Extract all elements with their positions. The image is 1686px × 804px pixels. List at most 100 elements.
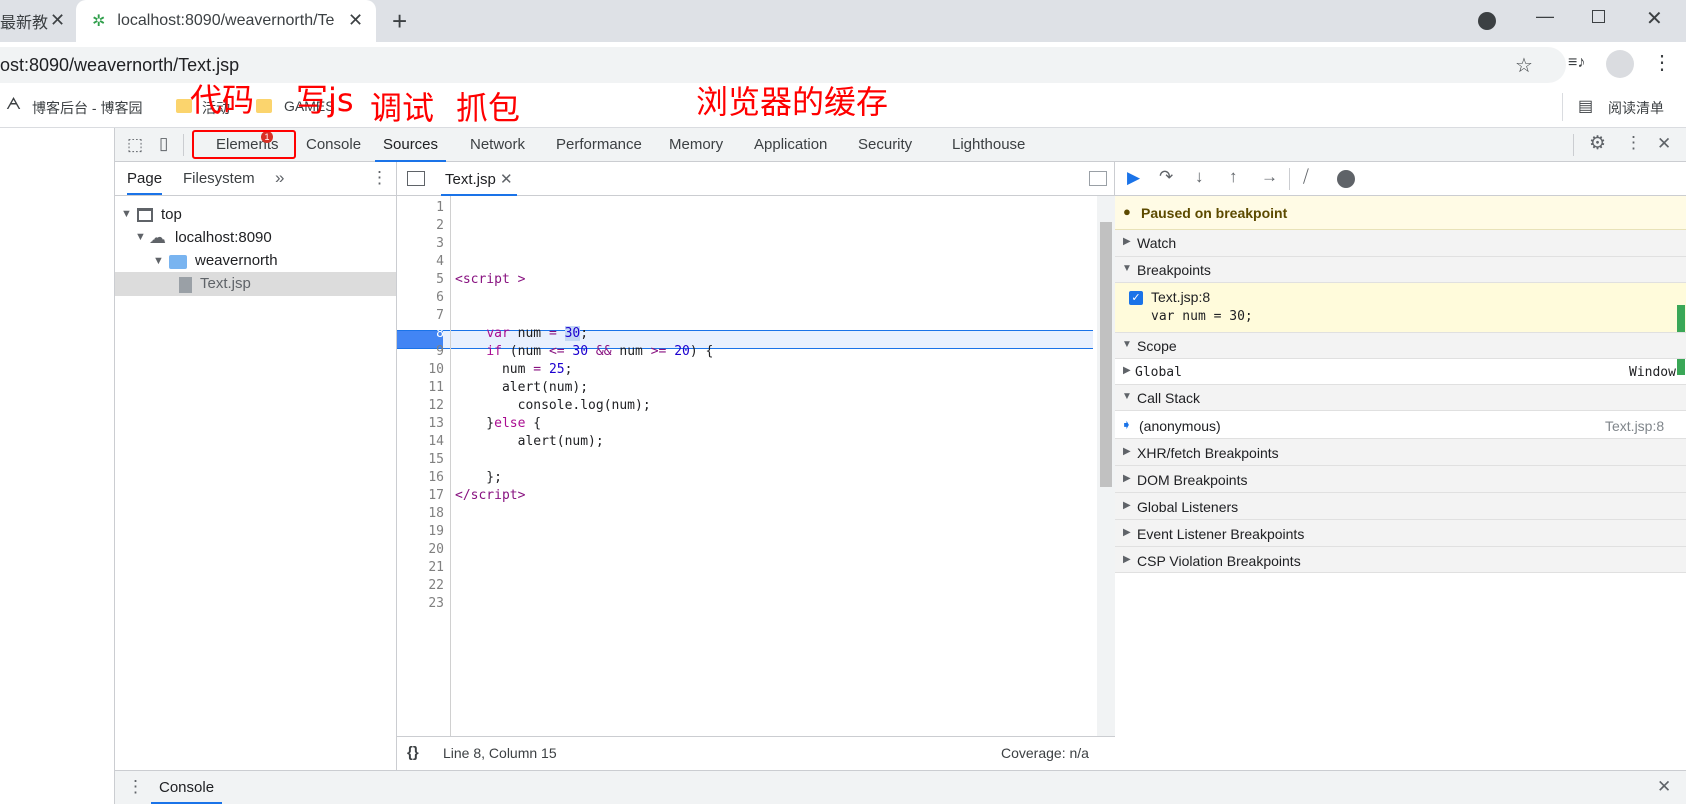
editor-scrollbar[interactable]	[1097, 196, 1115, 736]
device-toolbar-icon[interactable]: ▯	[159, 135, 168, 152]
more-options-icon[interactable]: ⋮	[1625, 134, 1642, 151]
deactivate-breakpoints-icon[interactable]: ⧸	[1303, 168, 1309, 185]
inspect-element-icon[interactable]: ⬚	[127, 136, 143, 153]
line-number[interactable]: 1	[436, 200, 444, 215]
pretty-print-icon[interactable]: {}	[407, 744, 419, 761]
line-number[interactable]: 22	[428, 578, 444, 593]
resume-icon[interactable]: ▶	[1127, 169, 1140, 186]
pause-on-exceptions-icon[interactable]	[1337, 170, 1355, 188]
close-tab-icon[interactable]: ✕	[50, 10, 65, 31]
global-listeners-header[interactable]: ▶ Global Listeners	[1115, 492, 1686, 519]
toggle-navigator-icon[interactable]	[407, 171, 425, 186]
step-over-icon[interactable]: ↷	[1159, 168, 1173, 185]
restore-icon[interactable]	[1592, 10, 1605, 23]
profile-avatar-icon[interactable]	[1606, 50, 1634, 78]
tab-memory[interactable]: Memory	[669, 128, 723, 162]
line-number[interactable]: 17	[428, 488, 444, 503]
frame-icon	[137, 208, 153, 222]
tab-performance[interactable]: Performance	[556, 128, 642, 162]
line-number[interactable]: 10	[428, 362, 444, 377]
step-icon[interactable]: →	[1261, 168, 1278, 185]
line-number[interactable]: 15	[428, 452, 444, 467]
tree-item-top[interactable]: top	[161, 206, 182, 223]
line-number[interactable]: 13	[428, 416, 444, 431]
expand-arrow-icon[interactable]: ▼	[153, 255, 164, 267]
breakpoint-checkbox[interactable]: ✓	[1129, 291, 1143, 305]
watch-header[interactable]: ▶ Watch	[1115, 230, 1686, 256]
line-number[interactable]: 5	[436, 272, 444, 287]
line-number[interactable]: 2	[436, 218, 444, 233]
browser-tab-inactive[interactable]: 最新教 ✕	[0, 0, 74, 42]
reading-list-button[interactable]: 阅读清单	[1608, 98, 1664, 118]
line-number[interactable]: 11	[428, 380, 444, 395]
bookmark-item[interactable]: 博客后台 - 博客园	[32, 98, 142, 118]
new-tab-icon[interactable]: +	[392, 6, 407, 37]
media-icon[interactable]: ≡♪	[1568, 54, 1585, 72]
line-number[interactable]: 16	[428, 470, 444, 485]
minimize-icon[interactable]: —	[1536, 6, 1554, 27]
settings-gear-icon[interactable]: ⚙	[1589, 134, 1606, 153]
frame-location[interactable]: Text.jsp:8	[1605, 418, 1664, 434]
section-label: XHR/fetch Breakpoints	[1137, 445, 1279, 461]
scope-header[interactable]: ▼ Scope	[1115, 332, 1686, 358]
tree-item-localhost[interactable]: localhost:8090	[175, 229, 272, 246]
line-number[interactable]: 9	[436, 344, 444, 359]
expand-arrow-icon[interactable]: ▼	[121, 208, 132, 220]
tab-filesystem[interactable]: Filesystem	[183, 170, 255, 187]
breakpoints-header[interactable]: ▼ Breakpoints	[1115, 256, 1686, 282]
more-tabs-icon[interactable]: »	[275, 168, 284, 188]
step-out-icon[interactable]: ↑	[1229, 168, 1238, 185]
line-number[interactable]: 21	[428, 560, 444, 575]
close-tab-icon[interactable]: ✕	[348, 10, 363, 31]
file-tab-text-jsp[interactable]: Text.jsp ✕	[441, 170, 517, 196]
expand-arrow-icon[interactable]: ▼	[135, 231, 146, 243]
close-drawer-icon[interactable]: ✕	[1657, 778, 1671, 795]
close-file-icon[interactable]: ✕	[500, 171, 513, 188]
line-number[interactable]: 19	[428, 524, 444, 539]
line-number[interactable]: 20	[428, 542, 444, 557]
tab-search-icon[interactable]	[1478, 12, 1496, 30]
tab-network[interactable]: Network	[470, 128, 525, 162]
breakpoint-item[interactable]: ✓ Text.jsp:8 var num = 30;	[1115, 282, 1686, 375]
line-number[interactable]: 7	[436, 308, 444, 323]
tab-page[interactable]: Page	[127, 170, 163, 195]
close-devtools-icon[interactable]: ✕	[1657, 135, 1671, 152]
drawer-menu-icon[interactable]: ⋮	[127, 778, 144, 795]
line-number[interactable]: 12	[428, 398, 444, 413]
tree-item-weavernorth[interactable]: weavernorth	[195, 252, 278, 269]
navigator-menu-icon[interactable]: ⋮	[371, 168, 388, 188]
call-stack-header[interactable]: ▼ Call Stack	[1115, 384, 1686, 410]
line-number[interactable]: 23	[428, 596, 444, 611]
section-label: Event Listener Breakpoints	[1137, 526, 1305, 542]
close-window-icon[interactable]: ✕	[1646, 6, 1663, 31]
xhr-breakpoints-header[interactable]: ▶ XHR/fetch Breakpoints	[1115, 438, 1686, 465]
tab-console[interactable]: Console	[306, 128, 361, 162]
event-listener-breakpoints-header[interactable]: ▶ Event Listener Breakpoints	[1115, 519, 1686, 546]
line-number[interactable]: 14	[428, 434, 444, 449]
scrollbar-thumb[interactable]	[1100, 222, 1112, 487]
line-number[interactable]: 6	[436, 290, 444, 305]
scope-global-row[interactable]: ▶ Global Window	[1115, 358, 1686, 384]
bookmark-star-icon[interactable]: ☆	[1515, 53, 1533, 78]
line-number[interactable]: 4	[436, 254, 444, 269]
tab-lighthouse[interactable]: Lighthouse	[952, 128, 1025, 162]
line-number[interactable]: 8	[436, 326, 444, 341]
toggle-debugger-icon[interactable]	[1089, 171, 1107, 186]
dom-breakpoints-header[interactable]: ▶ DOM Breakpoints	[1115, 465, 1686, 492]
tree-item-text-jsp[interactable]: Text.jsp	[200, 275, 251, 292]
file-icon	[179, 277, 192, 293]
line-number[interactable]: 3	[436, 236, 444, 251]
tab-sources[interactable]: Sources	[375, 128, 447, 162]
csp-violation-breakpoints-header[interactable]: ▶ CSP Violation Breakpoints	[1115, 546, 1686, 573]
tab-application[interactable]: Application	[754, 128, 827, 162]
browser-tab-active[interactable]: ✲ localhost:8090/weavernorth/Te ✕	[76, 0, 376, 42]
line-number[interactable]: 18	[428, 506, 444, 521]
step-into-icon[interactable]: ↓	[1195, 168, 1204, 185]
tab-security[interactable]: Security	[858, 128, 912, 162]
omnibox[interactable]: ost:8090/weavernorth/Text.jsp ☆	[0, 47, 1566, 83]
browser-tab-strip: 最新教 ✕ ✲ localhost:8090/weavernorth/Te ✕ …	[0, 0, 1686, 42]
chrome-menu-icon[interactable]: ⋮	[1652, 50, 1672, 75]
drawer-tab-console[interactable]: Console	[151, 779, 223, 804]
call-frame[interactable]: ➧ (anonymous) Text.jsp:8	[1115, 410, 1686, 438]
annotation-capture: 抓包	[456, 89, 521, 127]
